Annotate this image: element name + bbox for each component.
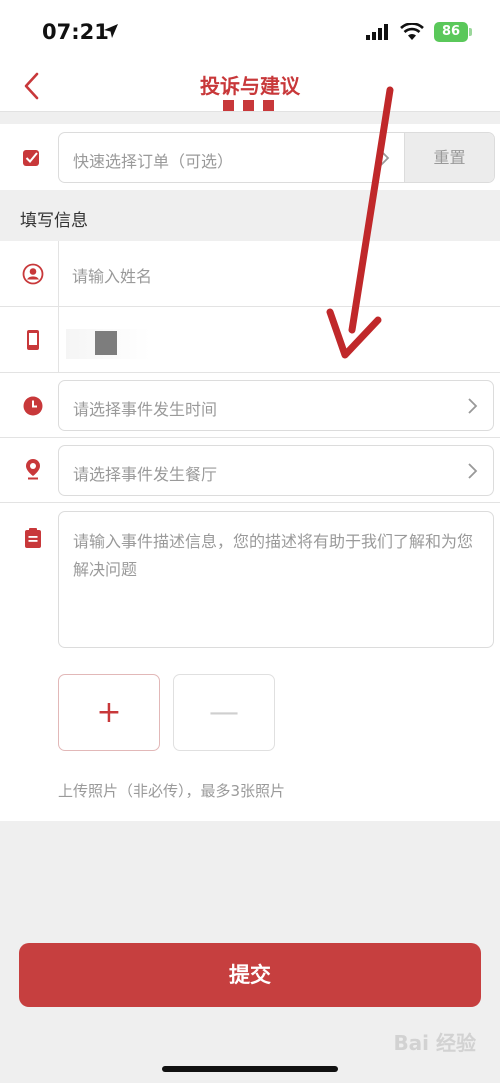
time-select[interactable]: 请选择事件发生时间 [58,380,494,431]
title-dot [243,100,254,111]
name-row: 请输入姓名 [0,241,500,307]
nav-bar: 投诉与建议 [0,62,500,112]
section-title: 填写信息 [20,211,88,231]
status-icons: 86 [366,22,472,42]
battery-level: 86 [441,24,461,39]
location-arrow-icon [104,24,118,38]
title-dot [263,100,274,111]
clock-icon [23,396,43,416]
checkbox-icon[interactable] [22,148,41,167]
order-select[interactable]: 快速选择订单（可选） 重置 [58,132,495,183]
restaurant-select[interactable]: 请选择事件发生餐厅 [58,445,494,496]
title-dot [223,100,234,111]
location-pin-icon [26,459,40,480]
phone-redaction [95,331,117,355]
description-placeholder: 请输入事件描述信息，您的描述将有助于我们了解和为您解决问题 [73,532,474,579]
watermark: Bai 经验 [393,1031,476,1055]
submit-button[interactable]: 提交 [19,943,481,1007]
upload-hint: 上传照片（非必传），最多3张照片 [58,782,286,800]
chevron-right-icon [380,150,390,166]
battery-icon: 86 [434,22,472,42]
phone-input[interactable] [66,329,206,359]
time-placeholder: 请选择事件发生时间 [73,400,218,419]
restaurant-row: 请选择事件发生餐厅 [0,438,500,503]
page-title: 投诉与建议 [200,74,300,98]
user-icon [22,263,44,285]
chevron-right-icon [468,398,478,414]
remove-photo-button[interactable]: — [173,674,275,751]
title-dots [223,100,274,111]
add-photo-button[interactable]: + [58,674,160,751]
order-placeholder: 快速选择订单（可选） [73,152,234,171]
status-bar: 07:21 86 [0,0,500,62]
home-indicator [162,1066,338,1072]
wifi-icon [400,23,424,40]
name-input[interactable]: 请输入姓名 [72,263,152,287]
time-row: 请选择事件发生时间 [0,373,500,438]
order-row: 快速选择订单（可选） 重置 [0,124,500,190]
row-divider [58,241,59,306]
phone-icon [27,330,39,350]
signal-icon [366,24,388,40]
row-divider [58,307,59,372]
clipboard-icon [25,528,41,548]
status-time: 07:21 [42,20,109,44]
chevron-right-icon [468,463,478,479]
phone-row [0,307,500,373]
reset-button[interactable]: 重置 [404,133,494,182]
restaurant-placeholder: 请选择事件发生餐厅 [73,465,218,484]
description-textarea[interactable]: 请输入事件描述信息，您的描述将有助于我们了解和为您解决问题 [58,511,494,648]
form-card: 请输入姓名 请选择事件发生时间 请选择事件发生餐厅 请输入事件描述信息，您的描述… [0,241,500,821]
